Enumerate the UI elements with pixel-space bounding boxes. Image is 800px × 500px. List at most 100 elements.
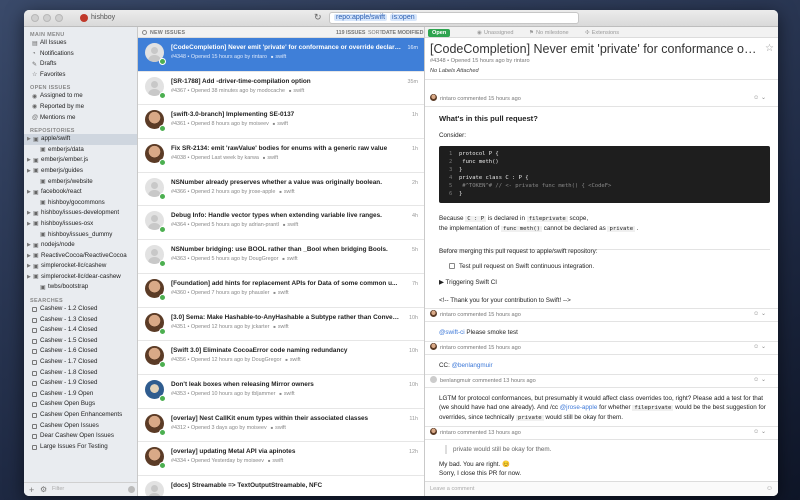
ci-checkbox[interactable]: Test pull request on Swift continuous in… (449, 262, 778, 271)
search-input[interactable]: repo:apple/swift is:open (329, 12, 579, 24)
issue-labels[interactable]: No Labels Attached (430, 68, 479, 74)
disclosure-arrow-icon[interactable]: ▶ (27, 166, 31, 177)
checkbox[interactable] (449, 263, 455, 269)
sidebar-search-item[interactable]: Cashew - 1.7 Closed (24, 357, 137, 368)
sidebar-item-mentions[interactable]: @ Mentions me (24, 113, 137, 124)
disclosure-arrow-icon[interactable]: ▶ (27, 187, 31, 198)
issue-row[interactable]: [Swift 3.0] Eliminate CocoaError code na… (138, 341, 424, 375)
issue-row[interactable]: [overlay] updating Metal API via apinote… (138, 442, 424, 476)
sidebar-search-item[interactable]: Cashew Open Bugs (24, 399, 137, 410)
search-token-repo[interactable]: repo:apple/swift (334, 14, 388, 21)
sidebar-repo-item[interactable]: ▶ ▣ hishboy/issues-osx (24, 219, 137, 230)
issue-row-time: 1h (412, 146, 418, 153)
issue-row[interactable]: [Foundation] add hints for replacement A… (138, 273, 424, 308)
add-icon[interactable]: + (29, 485, 34, 495)
comment-header: benlangmuir commented 13 hours ago ☺ ⌄ (430, 376, 770, 385)
emoji-icon[interactable]: ☺ (766, 485, 773, 492)
sidebar-search-item[interactable]: Cashew Open Issues (24, 421, 137, 432)
comment-options-icon[interactable]: ☺ ⌄ (753, 94, 766, 101)
mention-link[interactable]: @swift-ci (439, 329, 465, 336)
issue-row[interactable]: [CodeCompletion] Never emit 'private' fo… (138, 38, 424, 72)
sidebar-search-item[interactable]: Large Issues For Testing (24, 442, 137, 453)
sidebar-item-all-issues[interactable]: ▤ All Issues (24, 38, 137, 49)
sidebar-filter-input[interactable]: Filter (52, 486, 128, 494)
sidebar-repo-item[interactable]: ▶ ▣ hishboy/issues-development (24, 208, 137, 219)
issue-row-title: NSNumber already preserves whether a val… (171, 178, 382, 186)
sidebar-repo-item[interactable]: ▶ ▣ emberjs/ember.js (24, 155, 137, 166)
issue-row-meta: #4351 • Opened 12 hours ago by jckarters… (171, 324, 401, 330)
minimize-window-button[interactable] (43, 14, 51, 22)
sidebar-search-item[interactable]: Cashew Open Enhancements (24, 410, 137, 421)
gear-icon[interactable]: ⚙ (40, 485, 47, 494)
mention-link[interactable]: @jrose-apple (560, 404, 598, 411)
favorite-star-icon[interactable]: ☆ (765, 43, 774, 54)
disclosure-arrow-icon[interactable]: ▶ (27, 208, 31, 219)
disclosure-arrow-icon[interactable]: ▶ (27, 155, 31, 166)
sidebar-item-drafts[interactable]: ✎ Drafts (24, 59, 137, 70)
sidebar-item-assigned[interactable]: ◉ Assigned to me (24, 91, 137, 102)
issue-row[interactable]: NSNumber already preserves whether a val… (138, 172, 424, 207)
sidebar-repo-item[interactable]: ▶ ▣ emberjs/guides (24, 166, 137, 177)
sidebar-search-item[interactable]: Cashew - 1.9 Open (24, 389, 137, 400)
assignee-button[interactable]: ◉ Unassigned (477, 30, 513, 36)
sidebar-item-reported[interactable]: ◉ Reported by me (24, 102, 137, 113)
sidebar-search-item[interactable]: Dear Cashew Open Issues (24, 431, 137, 442)
zoom-window-button[interactable] (55, 14, 63, 22)
sidebar-repo-item[interactable]: ▣ hishboy/issues_dummy (24, 230, 137, 241)
extensions-button[interactable]: ✣ Extensions (585, 30, 619, 36)
close-window-button[interactable] (31, 14, 39, 22)
disclosure-arrow-icon[interactable]: ▶ (27, 240, 31, 251)
issue-row[interactable]: [SR-1788] Add -driver-time-compilation o… (138, 71, 424, 106)
body-text: Consider: (439, 132, 466, 139)
issue-row[interactable]: Don't leak boxes when releasing Mirror o… (138, 374, 424, 409)
sidebar-repo-item[interactable]: ▶ ▣ ReactiveCocoa/ReactiveCocoa (24, 251, 137, 262)
milestone-button[interactable]: ⚑ No milestone (529, 30, 569, 36)
triggering-toggle[interactable]: ▶ Triggering Swift CI (439, 278, 769, 287)
state-badge[interactable]: Open (428, 28, 451, 37)
comment-options-icon[interactable]: ☺ ⌄ (753, 310, 766, 317)
code-line: 5 #^TOKEN^# // <- private func meth() { … (449, 183, 612, 189)
issue-row[interactable]: NSNumber bridging: use BOOL rather than … (138, 240, 424, 274)
sidebar-search-item[interactable]: Cashew - 1.2 Closed (24, 304, 137, 315)
sidebar-repo-item[interactable]: ▣ hishboy/gocommons (24, 198, 137, 209)
clear-filter-icon[interactable] (128, 486, 135, 493)
sidebar-repo-item[interactable]: ▶ ▣ simplerocket-llc/dear-cashew (24, 272, 137, 283)
sidebar-search-item[interactable]: Cashew - 1.8 Closed (24, 368, 137, 379)
issue-row[interactable]: [docs] Streamable => TextOutputStreamabl… (138, 475, 424, 496)
sidebar-item-notifications[interactable]: ◔ Notifications (24, 49, 137, 60)
sidebar-item-favorites[interactable]: ☆ Favorites (24, 70, 137, 81)
sidebar-search-item[interactable]: Cashew - 1.6 Closed (24, 346, 137, 357)
comment-options-icon[interactable]: ☺ ⌄ (753, 428, 766, 435)
issue-row[interactable]: [swift-3.0-branch] Implementing SE-0137 #… (138, 105, 424, 140)
reload-icon[interactable]: ↻ (314, 12, 322, 23)
disclosure-arrow-icon[interactable]: ▶ (27, 134, 31, 145)
repo-icon: ▣ (40, 179, 46, 186)
issue-row[interactable]: [3.0] Sema: Make Hashable-to-AnyHashable… (138, 307, 424, 342)
comment-input[interactable]: Leave a comment ☺ (425, 481, 778, 496)
disclosure-arrow-icon[interactable]: ▶ (27, 251, 31, 262)
divider (425, 321, 778, 322)
sidebar-repo-item[interactable]: ▣ twbs/bootstrap (24, 282, 137, 293)
search-token-state[interactable]: is:open (390, 14, 417, 21)
issue-row[interactable]: Debug Info: Handle vector types when ext… (138, 206, 424, 241)
comment-options-icon[interactable]: ☺ ⌄ (753, 343, 766, 350)
sidebar-repo-item[interactable]: ▶ ▣ facebook/react (24, 187, 137, 198)
saved-search-icon (32, 423, 37, 429)
sidebar-repo-item[interactable]: ▣ emberjs/data (24, 145, 137, 156)
disclosure-arrow-icon[interactable]: ▶ (27, 261, 31, 272)
sidebar-repo-item[interactable]: ▶ ▣ nodejs/node (24, 240, 137, 251)
sidebar-search-item[interactable]: Cashew - 1.9 Closed (24, 378, 137, 389)
issue-row[interactable]: [overlay] Nest CallKit enum types within… (138, 408, 424, 443)
mention-link[interactable]: @benlangmuir (452, 362, 493, 369)
sidebar-repo-item[interactable]: ▣ emberjs/website (24, 177, 137, 188)
sidebar-repo-item[interactable]: ▶ ▣ apple/swift (24, 134, 137, 145)
sidebar-search-item[interactable]: Cashew - 1.4 Closed (24, 325, 137, 336)
issue-row[interactable]: Fix SR-2134: emit 'rawValue' bodies for … (138, 139, 424, 173)
sidebar-search-item[interactable]: Cashew - 1.3 Closed (24, 315, 137, 326)
code-block: 1 protocol P { 2 func meth() 3} 4 private … (439, 146, 770, 203)
sidebar-search-item[interactable]: Cashew - 1.5 Closed (24, 336, 137, 347)
disclosure-arrow-icon[interactable]: ▶ (27, 219, 31, 230)
sidebar-repo-item[interactable]: ▶ ▣ simplerocket-llc/cashew (24, 261, 137, 272)
disclosure-arrow-icon[interactable]: ▶ (27, 272, 31, 283)
comment-options-icon[interactable]: ☺ ⌄ (753, 376, 766, 383)
